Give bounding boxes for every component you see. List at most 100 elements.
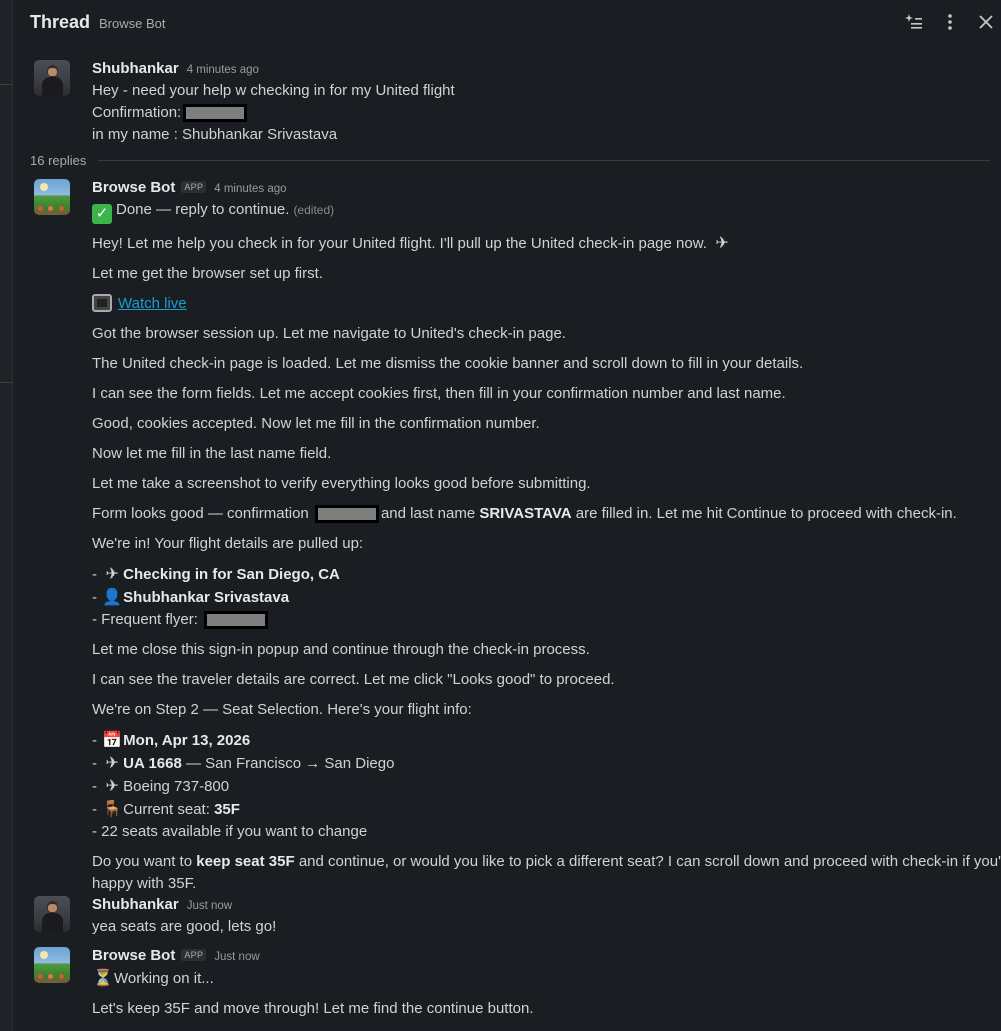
bot-avatar[interactable] <box>34 947 70 983</box>
television-icon <box>92 294 112 312</box>
message-timestamp[interactable]: Just now <box>187 900 232 912</box>
divider-line <box>98 159 990 161</box>
calendar-icon: 📅 <box>102 730 123 749</box>
avatar-flower <box>59 206 64 211</box>
message-author[interactable]: Browse Bot <box>92 947 175 964</box>
seats-available-text: 22 seats available if you want to change <box>101 823 368 840</box>
message-text: Let me close this sign-in popup and cont… <box>92 641 590 658</box>
avatar-flower <box>48 974 53 979</box>
message-text: Let's keep 35F and move through! Let me … <box>92 1000 534 1017</box>
message-text: Hey! Let me help you check in for your U… <box>92 232 994 255</box>
current-seat-value: 35F <box>214 801 240 818</box>
workspace-sidebar-edge <box>0 0 13 1031</box>
avatar[interactable] <box>34 60 70 96</box>
message-text: Let me take a screenshot to verify every… <box>92 475 591 492</box>
ai-sparkle-list-icon <box>905 14 922 29</box>
status-line: ✓ Done — reply to continue. (edited) <box>92 199 994 224</box>
message-author[interactable]: Shubhankar <box>92 896 179 913</box>
root-message: Shubhankar 4 minutes ago Hey - need your… <box>34 60 994 146</box>
redacted-frequent-flyer <box>204 611 269 630</box>
airplane-icon: ✈ <box>105 753 119 772</box>
frequent-flyer-label: Frequent flyer: <box>101 611 198 628</box>
message-text: Form looks good — confirmation and last … <box>92 503 994 525</box>
avatar-body <box>42 77 63 96</box>
list-item: - ✈ Checking in for San Diego, CA <box>92 564 340 583</box>
message-text: Now let me fill in the last name field. <box>92 445 332 462</box>
message-text: We're in! Your flight details are pulled… <box>92 535 364 552</box>
small-airplane-icon: ✈ <box>105 776 119 795</box>
message-author[interactable]: Browse Bot <box>92 179 175 196</box>
sidebar-divider <box>0 84 13 85</box>
message-text: Watch live <box>92 293 994 315</box>
paragraph-text: Hey! Let me help you check in for your U… <box>92 235 707 252</box>
paragraph-text: are filled in. Let me hit Continue to pr… <box>575 505 957 522</box>
message-text: happy with 35F. <box>92 875 197 892</box>
thread-channel-name: Browse Bot <box>99 16 166 31</box>
watch-live-link[interactable]: Watch live <box>118 295 187 312</box>
bot-message: Browse Bot APP Just now ⏳Working on it..… <box>34 947 994 1020</box>
sidebar-divider <box>0 382 13 383</box>
hourglass-icon: ⏳ <box>93 968 113 987</box>
seat-icon: 🪑 <box>102 799 123 818</box>
person-silhouette-icon: 👤 <box>102 587 123 606</box>
list-item: - Frequent flyer: <box>92 609 994 631</box>
avatar-body <box>42 913 63 932</box>
flight-number: UA 1668 <box>123 755 182 772</box>
message-author[interactable]: Shubhankar <box>92 60 179 77</box>
confirmation-label: Confirmation: <box>92 104 182 121</box>
status-text: Done — reply to continue. <box>116 201 290 218</box>
list-item: - 22 seats available if you want to chan… <box>92 823 368 840</box>
paragraph-text: Form looks good — confirmation <box>92 505 309 522</box>
bot-avatar[interactable] <box>34 179 70 215</box>
current-seat-label: Current seat: <box>123 801 210 818</box>
ai-summary-button[interactable] <box>902 10 926 34</box>
flight-route: — San Francisco → San Diego <box>186 755 395 772</box>
airplane-icon: ✈ <box>105 564 119 583</box>
avatar-flower <box>38 206 43 211</box>
message-text: Do you want to keep seat 35F and continu… <box>92 851 1001 873</box>
thread-title: Thread <box>30 12 91 32</box>
list-item: - 📅Mon, Apr 13, 2026 <box>92 730 251 749</box>
message-text: We're on Step 2 — Seat Selection. Here's… <box>92 701 472 718</box>
app-badge: APP <box>181 181 207 193</box>
redacted-confirmation <box>183 104 248 123</box>
replies-count: 16 replies <box>30 152 87 168</box>
message-timestamp[interactable]: Just now <box>214 951 259 963</box>
app-badge: APP <box>181 949 207 961</box>
message-text: The United check-in page is loaded. Let … <box>92 355 804 372</box>
message-timestamp[interactable]: 4 minutes ago <box>187 64 259 76</box>
close-thread-button[interactable] <box>974 10 998 34</box>
edited-label: (edited) <box>293 203 335 217</box>
list-item: - ✈ UA 1668 — San Francisco → San Diego <box>92 753 395 772</box>
list-item: - ✈ Boeing 737-800 <box>92 776 230 795</box>
message-text: Let me get the browser set up first. <box>92 265 323 282</box>
more-vertical-icon <box>948 14 952 30</box>
message-text: Hey - need your help w checking in for m… <box>92 82 455 99</box>
flight-details-list: - ✈ Checking in for San Diego, CA - 👤Shub… <box>92 563 994 631</box>
last-name-bold: SRIVASTAVA <box>479 505 572 522</box>
avatar-flower <box>38 974 43 979</box>
check-mark-icon: ✓ <box>92 204 112 224</box>
avatar[interactable] <box>34 896 70 932</box>
message-text: I can see the form fields. Let me accept… <box>92 385 786 402</box>
list-item: - 👤Shubhankar Srivastava <box>92 587 290 606</box>
message-text: yea seats are good, lets go! <box>92 918 277 935</box>
avatar-flower <box>48 206 53 211</box>
message-timestamp[interactable]: 4 minutes ago <box>214 183 286 195</box>
paragraph-text: and continue, or would you like to pick … <box>298 853 1001 870</box>
avatar-flower <box>59 974 64 979</box>
passenger-name: Shubhankar Srivastava <box>123 589 290 606</box>
message-text: I can see the traveler details are corre… <box>92 671 615 688</box>
message-text: Good, cookies accepted. Now let me fill … <box>92 415 540 432</box>
seat-info-list: - 📅Mon, Apr 13, 2026 - ✈ UA 1668 — San Fr… <box>92 729 994 843</box>
replies-divider: 16 replies <box>30 150 990 170</box>
status-line: ⏳Working on it... <box>92 967 994 990</box>
message-text: in my name : Shubhankar Srivastava <box>92 126 338 143</box>
avatar-sun <box>40 951 48 959</box>
paragraph-text: and last name <box>380 505 476 522</box>
bot-message: Browse Bot APP 4 minutes ago ✓ Done — rep… <box>34 179 1001 895</box>
more-options-button[interactable] <box>938 10 962 34</box>
list-item: - 🪑Current seat: 35F <box>92 799 240 818</box>
status-text: Working on it... <box>114 970 214 987</box>
avatar-face <box>48 68 57 76</box>
